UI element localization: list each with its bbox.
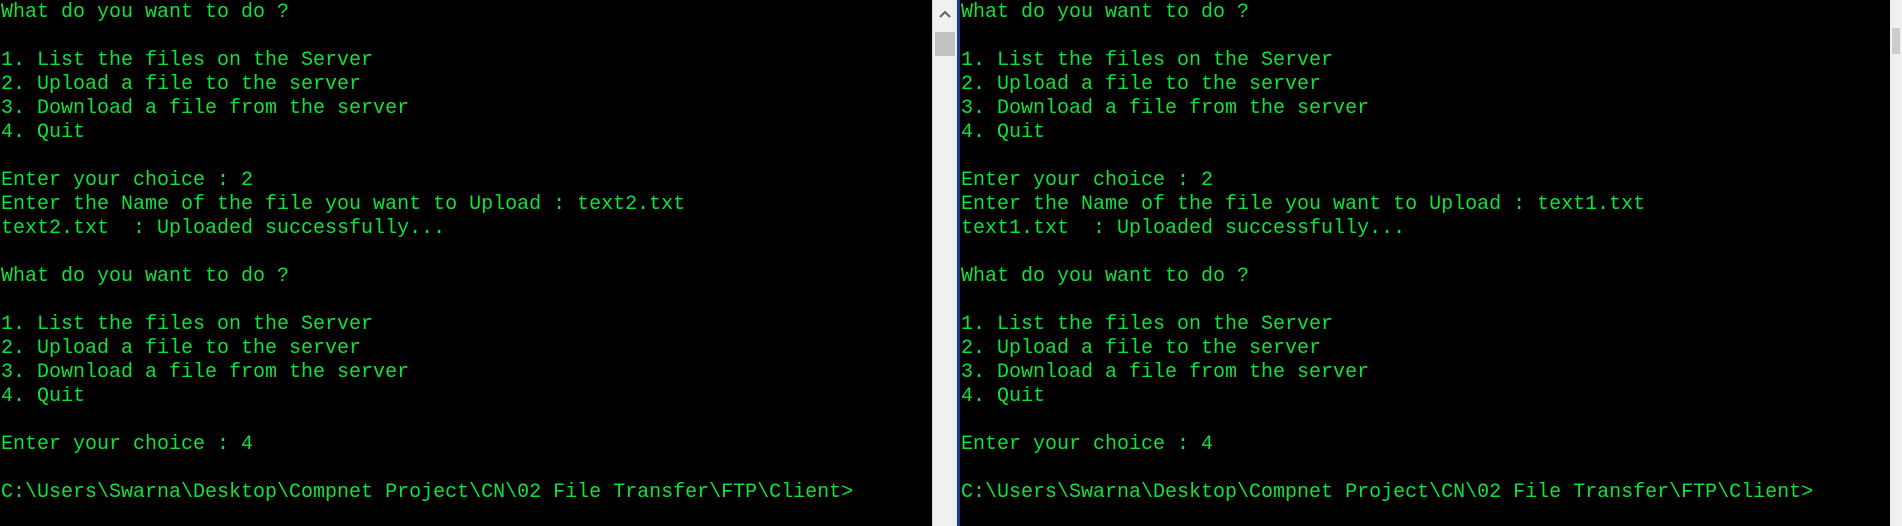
console-line: Enter your choice : 2 — [961, 169, 1214, 192]
console-line: 2. Upload a file to the server — [1, 73, 362, 96]
console-line: 2. Upload a file to the server — [961, 337, 1322, 360]
console-line: 4. Quit — [1, 121, 86, 144]
console-line: Enter your choice : 4 — [1, 433, 254, 456]
console-line: text1.txt : Uploaded successfully... — [961, 217, 1406, 240]
console-line: What do you want to do ? — [961, 265, 1250, 288]
console-line: C:\Users\Swarna\Desktop\Compnet Project\… — [961, 481, 1814, 504]
console-window-right[interactable]: What do you want to do ? 1. List the fil… — [960, 0, 1880, 526]
scroll-up-button[interactable] — [933, 4, 957, 24]
console-line: 4. Quit — [961, 121, 1046, 144]
console-output-right: What do you want to do ? 1. List the fil… — [961, 1, 1813, 505]
console-line: Enter the Name of the file you want to U… — [961, 193, 1646, 216]
vertical-scrollbar-right[interactable] — [1890, 0, 1902, 526]
scroll-thumb[interactable] — [1892, 28, 1900, 54]
console-output-left: What do you want to do ? 1. List the fil… — [1, 1, 853, 505]
console-line: 3. Download a file from the server — [1, 361, 410, 384]
console-line: Enter your choice : 4 — [961, 433, 1214, 456]
chevron-up-icon — [939, 10, 951, 18]
console-window-left[interactable]: What do you want to do ? 1. List the fil… — [0, 0, 930, 526]
console-line: 1. List the files on the Server — [1, 313, 374, 336]
console-line: Enter your choice : 2 — [1, 169, 254, 192]
console-line: 3. Download a file from the server — [1, 97, 410, 120]
console-line: What do you want to do ? — [1, 1, 290, 24]
console-line: 1. List the files on the Server — [1, 49, 374, 72]
console-line: 1. List the files on the Server — [961, 313, 1334, 336]
scroll-thumb[interactable] — [935, 32, 955, 56]
screen: What do you want to do ? 1. List the fil… — [0, 0, 1902, 526]
console-line: text2.txt : Uploaded successfully... — [1, 217, 446, 240]
console-line: 3. Download a file from the server — [961, 97, 1370, 120]
console-line: 4. Quit — [961, 385, 1046, 408]
console-line: C:\Users\Swarna\Desktop\Compnet Project\… — [1, 481, 854, 504]
console-line: 2. Upload a file to the server — [1, 337, 362, 360]
console-line: What do you want to do ? — [961, 1, 1250, 24]
console-line: 1. List the files on the Server — [961, 49, 1334, 72]
console-line: 3. Download a file from the server — [961, 361, 1370, 384]
console-line: What do you want to do ? — [1, 265, 290, 288]
console-line: 2. Upload a file to the server — [961, 73, 1322, 96]
console-line: Enter the Name of the file you want to U… — [1, 193, 686, 216]
console-line: 4. Quit — [1, 385, 86, 408]
vertical-scrollbar-left[interactable] — [932, 0, 958, 526]
